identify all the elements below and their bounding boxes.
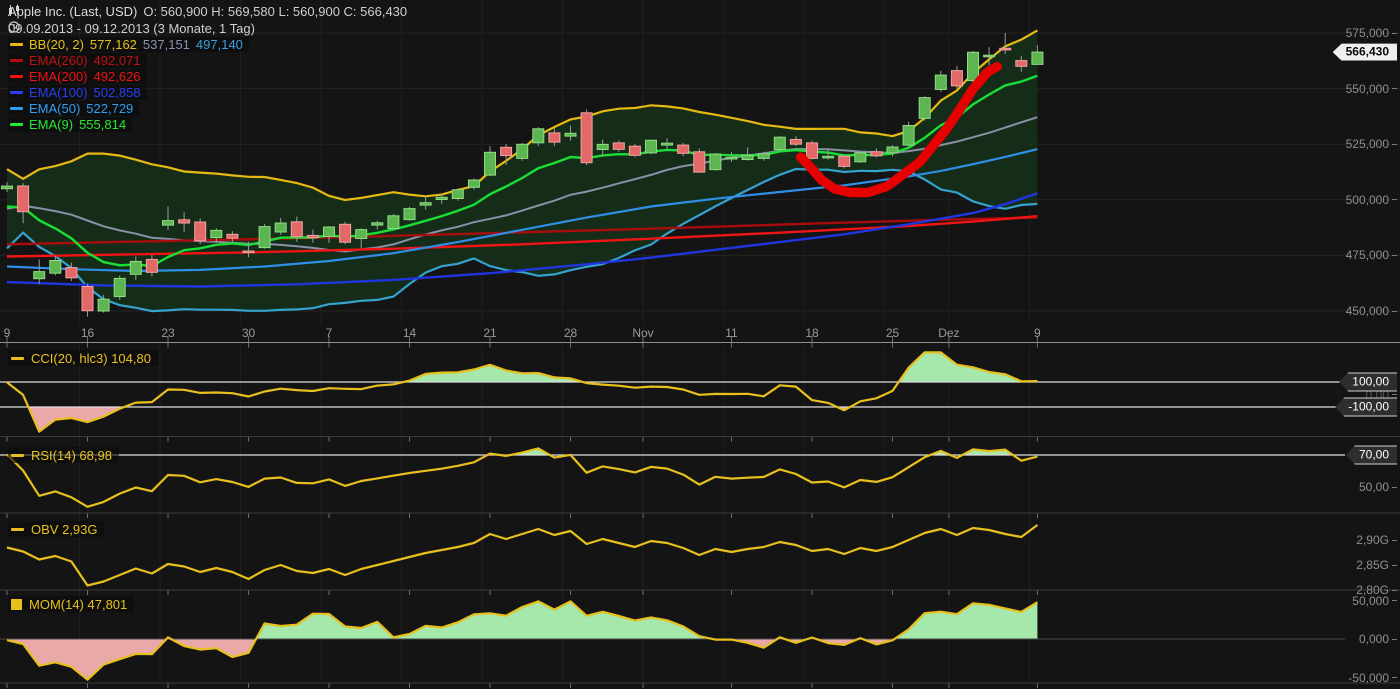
chart-background — [0, 0, 1400, 689]
chart-canvas[interactable] — [0, 0, 1400, 689]
chart-window: Apple Inc. (Last, USD) O: 560,900 H: 569… — [0, 0, 1400, 689]
